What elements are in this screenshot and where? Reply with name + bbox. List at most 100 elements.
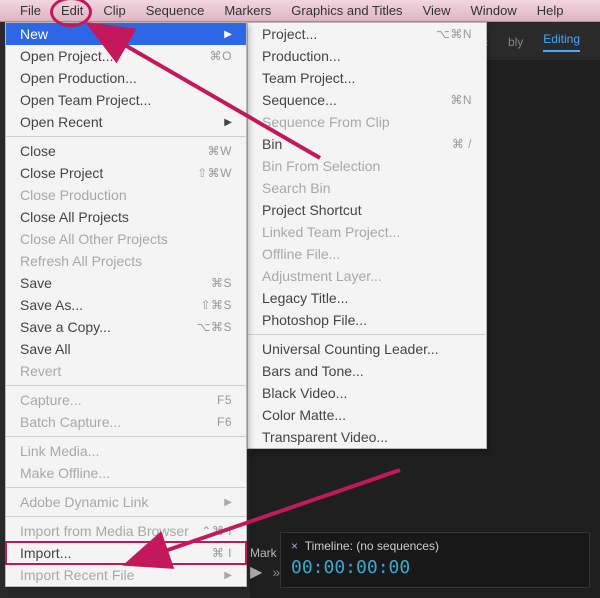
- file-menu-item-adobe-dynamic-link: Adobe Dynamic Link ▶: [6, 491, 246, 513]
- shortcut-label: ⇧⌘W: [197, 166, 232, 180]
- menu-sequence[interactable]: Sequence: [136, 1, 215, 20]
- new-submenu-item-linked-team-project: Linked Team Project...: [248, 221, 486, 243]
- menu-item-label: Offline File...: [262, 246, 340, 262]
- menu-item-label: Color Matte...: [262, 407, 346, 423]
- file-menu-separator: [6, 516, 246, 517]
- submenu-arrow-icon: ▶: [224, 570, 232, 581]
- workspace-bly[interactable]: bly: [508, 35, 523, 49]
- new-submenu-separator: [248, 334, 486, 335]
- play-icon[interactable]: ▶: [250, 562, 262, 582]
- file-menu-item-close-all-projects[interactable]: Close All Projects: [6, 206, 246, 228]
- timeline-panel: × Timeline: (no sequences) 00:00:00:00: [280, 532, 590, 588]
- menu-item-label: Black Video...: [262, 385, 347, 401]
- workspace-editing[interactable]: Editing: [543, 32, 580, 52]
- file-menu-item-open-recent[interactable]: Open Recent▶: [6, 111, 246, 133]
- new-submenu-item-sequence-from-clip: Sequence From Clip: [248, 111, 486, 133]
- file-menu-item-import-from-media-browser: Import from Media Browser⌃⌘ I: [6, 520, 246, 542]
- new-submenu-item-transparent-video[interactable]: Transparent Video...: [248, 426, 486, 448]
- menu-window[interactable]: Window: [461, 1, 527, 20]
- menu-item-label: Batch Capture...: [20, 414, 121, 430]
- submenu-arrow-icon: ▶: [224, 29, 232, 40]
- menu-item-label: Save All: [20, 341, 71, 357]
- shortcut-label: ⇧⌘S: [200, 298, 232, 312]
- menu-item-label: Close All Projects: [20, 209, 129, 225]
- new-submenu-item-bars-and-tone[interactable]: Bars and Tone...: [248, 360, 486, 382]
- menu-item-label: Linked Team Project...: [262, 224, 400, 240]
- menu-item-label: Open Project...: [20, 48, 113, 64]
- file-menu-separator: [6, 487, 246, 488]
- new-submenu-item-team-project[interactable]: Team Project...: [248, 67, 486, 89]
- file-menu-item-revert: Revert: [6, 360, 246, 382]
- file-menu-item-open-project[interactable]: Open Project... ⌘O: [6, 45, 246, 67]
- file-menu-item-new[interactable]: New▶: [6, 23, 246, 45]
- file-menu-item-open-production[interactable]: Open Production...: [6, 67, 246, 89]
- menu-item-label: Save a Copy...: [20, 319, 111, 335]
- file-menu-item-save-all[interactable]: Save All: [6, 338, 246, 360]
- new-submenu-item-legacy-title[interactable]: Legacy Title...: [248, 287, 486, 309]
- file-menu-separator: [6, 385, 246, 386]
- new-submenu-item-sequence[interactable]: Sequence...⌘N: [248, 89, 486, 111]
- menu-markers[interactable]: Markers: [214, 1, 281, 20]
- shortcut-label: ⌘O: [210, 49, 232, 63]
- menu-item-label: Close All Other Projects: [20, 231, 168, 247]
- file-menu-item-capture: Capture...F5: [6, 389, 246, 411]
- shortcut-label: ⌘ /: [452, 137, 472, 151]
- menu-item-label: Project Shortcut: [262, 202, 362, 218]
- file-menu-item-close-project[interactable]: Close Project⇧⌘W: [6, 162, 246, 184]
- submenu-arrow-icon: ▶: [224, 117, 232, 128]
- close-icon[interactable]: ×: [291, 539, 298, 553]
- file-menu-item-save[interactable]: Save ⌘S: [6, 272, 246, 294]
- file-menu: New▶Open Project...⌘OOpen Production...O…: [5, 22, 247, 587]
- new-submenu: Project... ⌥⌘N Production... Team Project..…: [247, 22, 487, 449]
- menu-item-label: Refresh All Projects: [20, 253, 142, 269]
- menu-item-label: Save As...: [20, 297, 83, 313]
- new-submenu-item-bin[interactable]: Bin ⌘ /: [248, 133, 486, 155]
- file-menu-item-open-team-project[interactable]: Open Team Project...: [6, 89, 246, 111]
- shortcut-label: ⌘ I: [212, 546, 232, 560]
- new-submenu-item-universal-counting-leader[interactable]: Universal Counting Leader...: [248, 338, 486, 360]
- file-menu-item-close-production: Close Production: [6, 184, 246, 206]
- menu-item-label: Bin: [262, 136, 282, 152]
- menu-item-label: Production...: [262, 48, 341, 64]
- menu-item-label: Link Media...: [20, 443, 99, 459]
- shortcut-label: ⌘W: [208, 144, 232, 158]
- new-submenu-item-project[interactable]: Project... ⌥⌘N: [248, 23, 486, 45]
- file-menu-item-import[interactable]: Import...⌘ I: [6, 542, 246, 564]
- menu-item-label: Project...: [262, 26, 317, 42]
- file-menu-item-link-media: Link Media...: [6, 440, 246, 462]
- shortcut-label: F5: [217, 393, 232, 407]
- menu-item-label: Open Team Project...: [20, 92, 151, 108]
- new-submenu-item-project-shortcut[interactable]: Project Shortcut: [248, 199, 486, 221]
- file-menu-item-close[interactable]: Close⌘W: [6, 140, 246, 162]
- menu-item-label: Save: [20, 275, 52, 291]
- file-menu-separator: [6, 136, 246, 137]
- shortcut-label: ⌘S: [211, 276, 232, 290]
- menu-view[interactable]: View: [413, 1, 461, 20]
- shortcut-label: ⌘N: [450, 93, 472, 107]
- file-menu-item-refresh-all-projects: Refresh All Projects: [6, 250, 246, 272]
- file-menu-item-save-a-copy[interactable]: Save a Copy... ⌥⌘S: [6, 316, 246, 338]
- shortcut-label: ⌥⌘N: [436, 27, 472, 41]
- submenu-arrow-icon: ▶: [224, 497, 232, 508]
- menu-help[interactable]: Help: [527, 1, 574, 20]
- menu-item-label: Adobe Dynamic Link: [20, 494, 148, 510]
- menu-item-label: Bars and Tone...: [262, 363, 364, 379]
- shortcut-label: ⌥⌘S: [197, 320, 232, 334]
- menu-item-label: Sequence From Clip: [262, 114, 390, 130]
- transport-controls: ▶ »: [250, 562, 280, 582]
- menu-graphics-and-titles[interactable]: Graphics and Titles: [281, 1, 412, 20]
- new-submenu-item-color-matte[interactable]: Color Matte...: [248, 404, 486, 426]
- file-menu-item-import-recent-file: Import Recent File ▶: [6, 564, 246, 586]
- menu-clip[interactable]: Clip: [93, 1, 135, 20]
- file-menu-item-save-as[interactable]: Save As... ⇧⌘S: [6, 294, 246, 316]
- timecode: 00:00:00:00: [291, 557, 579, 578]
- new-submenu-item-photoshop-file[interactable]: Photoshop File...: [248, 309, 486, 331]
- new-submenu-item-production[interactable]: Production...: [248, 45, 486, 67]
- menu-item-label: Make Offline...: [20, 465, 110, 481]
- menu-file[interactable]: File: [10, 1, 51, 20]
- menu-item-label: Import Recent File: [20, 567, 134, 583]
- shortcut-label: ⌃⌘ I: [201, 524, 232, 538]
- menu-item-label: Photoshop File...: [262, 312, 367, 328]
- new-submenu-item-black-video[interactable]: Black Video...: [248, 382, 486, 404]
- file-menu-item-make-offline: Make Offline...: [6, 462, 246, 484]
